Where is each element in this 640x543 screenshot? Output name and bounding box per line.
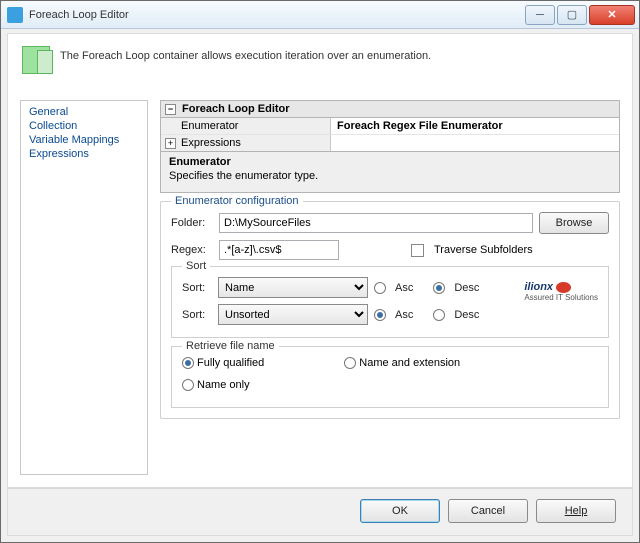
- folder-label: Folder:: [171, 217, 213, 229]
- opt-fully-qualified[interactable]: Fully qualified: [182, 357, 264, 369]
- sort-secondary-label: Sort:: [182, 309, 212, 321]
- sort-secondary-desc-label: Desc: [454, 309, 479, 321]
- retrieve-group: Retrieve file name Fully qualified Name …: [171, 346, 609, 408]
- foreach-loop-icon: [22, 46, 50, 74]
- collapse-icon[interactable]: −: [165, 104, 176, 115]
- sort-secondary-asc-radio[interactable]: [374, 309, 386, 321]
- prop-label-enumerator: Enumerator: [161, 118, 331, 134]
- propgrid-row-enumerator[interactable]: Enumerator Foreach Regex File Enumerator: [161, 118, 619, 135]
- sort-secondary-select[interactable]: Unsorted: [218, 304, 368, 325]
- traverse-checkbox[interactable]: [411, 244, 424, 257]
- propgrid-section-header[interactable]: − Foreach Loop Editor: [161, 101, 619, 118]
- radio-name-and-extension[interactable]: [344, 357, 356, 369]
- sort-secondary-desc-radio[interactable]: [433, 309, 445, 321]
- help-button-label: Help: [565, 505, 588, 517]
- propgrid-section-title: Foreach Loop Editor: [182, 103, 290, 115]
- nav-item-general[interactable]: General: [21, 105, 147, 119]
- opt-name-and-extension[interactable]: Name and extension: [344, 357, 460, 369]
- prop-desc-body: Specifies the enumerator type.: [169, 170, 611, 182]
- sort-primary-label: Sort:: [182, 282, 212, 294]
- ilionx-logo: ilionx Assured IT Solutions: [524, 281, 598, 302]
- logo-dot-icon: [556, 282, 571, 293]
- prop-label-expressions-text: Expressions: [181, 137, 241, 149]
- sort-group: Sort Sort: Name Asc Desc Sor: [171, 266, 609, 338]
- sort-legend: Sort: [182, 260, 210, 272]
- sort-secondary-row: Sort: Unsorted Asc Desc: [182, 304, 598, 325]
- label-fully-qualified: Fully qualified: [197, 357, 264, 369]
- sort-primary-asc-radio[interactable]: [374, 282, 386, 294]
- prop-value-enumerator[interactable]: Foreach Regex File Enumerator: [331, 118, 619, 134]
- enumerator-config-group: Enumerator configuration Folder: Browse …: [160, 201, 620, 419]
- property-description: Enumerator Specifies the enumerator type…: [160, 152, 620, 193]
- label-name-only: Name only: [197, 379, 250, 391]
- expand-icon[interactable]: +: [165, 138, 176, 149]
- sort-primary-desc-radio[interactable]: [433, 282, 445, 294]
- browse-button[interactable]: Browse: [539, 212, 609, 234]
- header-description: The Foreach Loop container allows execut…: [60, 46, 431, 62]
- dialog-window: Foreach Loop Editor ─ ▢ ✕ The Foreach Lo…: [0, 0, 640, 543]
- prop-value-expressions[interactable]: [331, 135, 619, 151]
- right-panel: − Foreach Loop Editor Enumerator Foreach…: [160, 100, 620, 475]
- regex-input[interactable]: [219, 240, 339, 260]
- nav-item-variable-mappings[interactable]: Variable Mappings: [21, 133, 147, 147]
- nav-panel: General Collection Variable Mappings Exp…: [20, 100, 148, 475]
- maximize-button[interactable]: ▢: [557, 5, 587, 25]
- folder-input[interactable]: [219, 213, 533, 233]
- window-controls: ─ ▢ ✕: [523, 5, 635, 25]
- regex-label: Regex:: [171, 244, 213, 256]
- ok-button[interactable]: OK: [360, 499, 440, 523]
- titlebar[interactable]: Foreach Loop Editor ─ ▢ ✕: [1, 1, 639, 29]
- regex-row: Regex: Traverse Subfolders: [171, 240, 609, 260]
- header-strip: The Foreach Loop container allows execut…: [7, 33, 633, 90]
- sort-primary-desc-label: Desc: [454, 282, 479, 294]
- radio-name-only[interactable]: [182, 379, 194, 391]
- property-grid: − Foreach Loop Editor Enumerator Foreach…: [160, 100, 620, 152]
- prop-desc-title: Enumerator: [169, 156, 611, 168]
- retrieve-legend: Retrieve file name: [182, 340, 279, 352]
- dialog-body: General Collection Variable Mappings Exp…: [7, 90, 633, 488]
- close-button[interactable]: ✕: [589, 5, 635, 25]
- radio-fully-qualified[interactable]: [182, 357, 194, 369]
- nav-item-collection[interactable]: Collection: [21, 119, 147, 133]
- nav-item-expressions[interactable]: Expressions: [21, 147, 147, 161]
- sort-primary-asc-label: Asc: [395, 282, 413, 294]
- enumerator-config-legend: Enumerator configuration: [171, 195, 303, 207]
- sort-primary-select[interactable]: Name: [218, 277, 368, 298]
- app-icon: [7, 7, 23, 23]
- dialog-footer: OK Cancel Help: [7, 488, 633, 536]
- folder-row: Folder: Browse: [171, 212, 609, 234]
- sort-secondary-asc-label: Asc: [395, 309, 413, 321]
- minimize-button[interactable]: ─: [525, 5, 555, 25]
- logo-subtitle: Assured IT Solutions: [524, 293, 598, 302]
- window-title: Foreach Loop Editor: [29, 9, 523, 21]
- prop-label-expressions: + Expressions: [161, 135, 331, 151]
- propgrid-row-expressions[interactable]: + Expressions: [161, 135, 619, 151]
- label-name-and-extension: Name and extension: [359, 357, 460, 369]
- traverse-label: Traverse Subfolders: [434, 244, 533, 256]
- opt-name-only[interactable]: Name only: [182, 379, 250, 391]
- logo-text: ilionx: [524, 281, 553, 293]
- cancel-button[interactable]: Cancel: [448, 499, 528, 523]
- help-button[interactable]: Help: [536, 499, 616, 523]
